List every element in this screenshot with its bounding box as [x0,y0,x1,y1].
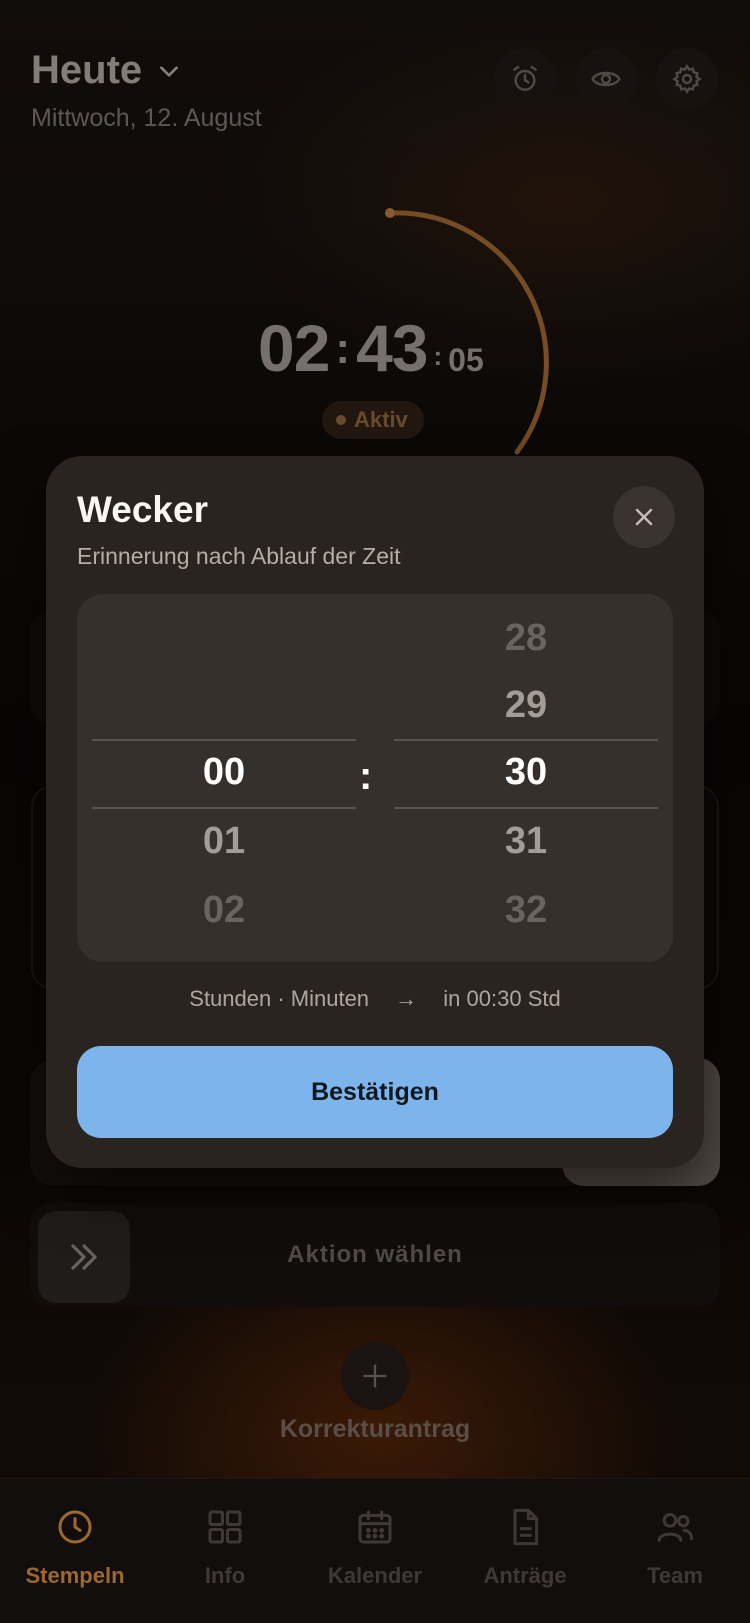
time-picker: 00 01 02 : 28 29 30 31 32 [77,594,673,962]
picker-selection-line [92,807,356,809]
minutes-option[interactable]: 28 [394,617,658,660]
alarm-summary: Stunden · Minuten → in 00:30 Std [46,986,704,1012]
modal-title: Wecker [77,489,208,530]
hours-option-selected[interactable]: 00 [92,751,356,794]
picker-selection-line [394,739,658,741]
confirm-button[interactable]: Bestätigen [77,1046,673,1138]
minutes-option[interactable]: 31 [394,820,658,863]
close-icon [635,508,653,526]
hours-option[interactable]: 01 [92,820,356,863]
picker-selection-line [92,739,356,741]
minutes-option-selected[interactable]: 30 [394,751,658,794]
alarm-modal: Wecker Erinnerung nach Ablauf der Zeit 0… [46,456,704,1168]
summary-units: Stunden · Minuten [189,986,370,1011]
summary-result: in 00:30 Std [443,986,561,1011]
modal-subtitle: Erinnerung nach Ablauf der Zeit [77,543,401,569]
arrow-right-icon: → [395,986,418,1011]
picker-selection-line [394,807,658,809]
close-button[interactable] [613,486,675,548]
picker-separator: : [359,754,373,798]
minutes-option[interactable]: 32 [394,889,658,932]
hours-option[interactable]: 02 [92,889,356,932]
minutes-option[interactable]: 29 [394,684,658,727]
